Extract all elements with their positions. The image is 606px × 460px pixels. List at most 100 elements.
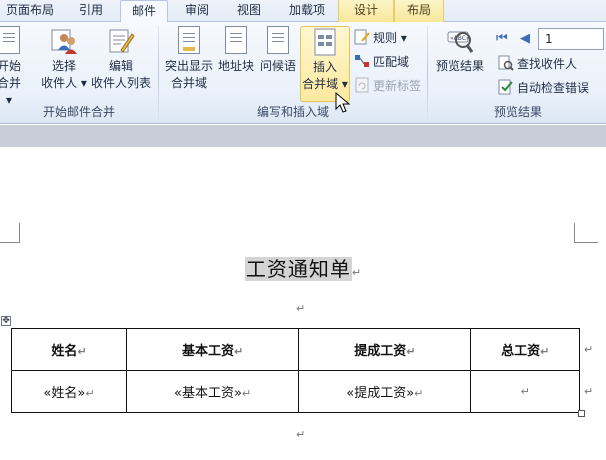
preview-results-label: 预览结果 xyxy=(435,59,484,73)
record-number-input[interactable]: 1 xyxy=(538,28,604,50)
tab-mailings[interactable]: 邮件 xyxy=(120,0,168,23)
table-row: «姓名»↵ «基本工资»↵ «提成工资»↵ ↵ xyxy=(11,370,580,413)
update-labels-button[interactable]: 更新标签 xyxy=(354,76,421,96)
find-recipient-icon xyxy=(498,55,514,71)
rules-icon xyxy=(354,29,370,45)
auto-check-errors-button[interactable]: 自动检查错误 xyxy=(498,78,589,98)
document-top-margin xyxy=(0,125,606,147)
paragraph-mark: ↵ xyxy=(296,302,306,315)
table-header-cell[interactable]: 提成工资↵ xyxy=(298,328,472,371)
table-cell[interactable]: «姓名»↵ xyxy=(11,370,127,413)
table-resize-handle[interactable] xyxy=(578,410,585,417)
edit-recipient-list-button[interactable]: 编辑 收件人列表 xyxy=(88,26,154,92)
table-cell[interactable]: «基本工资»↵ xyxy=(125,370,300,413)
insert-merge-field-label-1: 插入 xyxy=(312,60,337,74)
select-recipients-label-2: 收件人 ▾ xyxy=(41,76,87,90)
tab-addins[interactable]: 加载项 xyxy=(280,0,334,22)
address-block-label: 地址块 xyxy=(217,59,254,73)
select-recipients-button[interactable]: 选择 收件人 ▾ xyxy=(40,26,88,92)
tab-table-layout[interactable]: 布局 xyxy=(394,0,444,22)
paragraph-mark: ↵ xyxy=(233,345,244,358)
paragraph-mark: ↵ xyxy=(406,345,416,358)
document-title[interactable]: 工资通知单↵ xyxy=(0,253,606,282)
title-text: 工资通知单 xyxy=(244,257,352,281)
first-record-icon: ⏮ xyxy=(496,31,508,46)
preview-results-button[interactable]: «ABC» 预览结果 xyxy=(432,26,488,75)
ribbon-tab-bar: 页面布局 引用 邮件 审阅 视图 加载项 设计 布局 xyxy=(0,0,606,23)
paragraph-mark: ↵ xyxy=(520,385,530,398)
tab-table-design[interactable]: 设计 xyxy=(338,0,394,22)
merge-field-name: «姓名» xyxy=(43,386,86,401)
paragraph-mark: ↵ xyxy=(540,345,550,358)
insert-merge-field-label-2: 合并域 xyxy=(302,77,339,91)
header-base-salary: 基本工资 xyxy=(181,344,234,359)
tab-page-layout[interactable]: 页面布局 xyxy=(0,0,60,22)
paragraph-mark: ↵ xyxy=(296,428,306,441)
mouse-cursor-icon xyxy=(335,92,351,113)
match-fields-button[interactable]: 匹配域 xyxy=(354,52,409,72)
group-label-start-merge: 开始邮件合并 xyxy=(42,105,115,119)
select-recipients-label-1: 选择 xyxy=(51,59,76,73)
table-header-cell[interactable]: 总工资↵ xyxy=(470,328,580,371)
edit-recipients-label-2: 收件人列表 xyxy=(90,76,151,90)
group-label-preview: 预览结果 xyxy=(493,105,542,119)
tab-references[interactable]: 引用 xyxy=(66,0,116,22)
paragraph-mark: ↵ xyxy=(414,387,424,400)
document-icon xyxy=(0,26,23,56)
insert-merge-field-label-2-row: 合并域 ▾ xyxy=(301,76,349,93)
update-labels-label: 更新标签 xyxy=(373,79,422,93)
tab-view[interactable]: 视图 xyxy=(224,0,274,22)
previous-record-icon: ◀ xyxy=(520,31,530,46)
auto-check-errors-label: 自动检查错误 xyxy=(517,81,590,95)
find-recipient-button[interactable]: 查找收件人 xyxy=(498,54,577,74)
svg-text:«ABC»: «ABC» xyxy=(450,35,470,42)
table-header-cell[interactable]: 姓名↵ xyxy=(11,328,127,371)
group-separator xyxy=(427,26,428,120)
group-separator xyxy=(158,26,159,120)
table-move-handle-icon[interactable]: ✥ xyxy=(1,316,11,326)
row-end-mark: ↵ xyxy=(584,385,594,398)
match-fields-label: 匹配域 xyxy=(373,55,410,69)
first-record-button[interactable]: ⏮ xyxy=(496,28,508,48)
merge-field-commission: «提成工资» xyxy=(346,386,415,401)
crop-mark-right xyxy=(574,223,598,243)
highlight-label-2: 合并域 xyxy=(170,76,207,90)
check-errors-icon xyxy=(498,79,514,95)
paragraph-mark: ↵ xyxy=(241,387,252,400)
merge-field-icon xyxy=(311,27,339,57)
start-mail-merge-button[interactable]: 开始 合并 ▾ xyxy=(0,26,24,109)
insert-merge-field-button[interactable]: 插入 合并域 ▾ xyxy=(300,26,350,102)
address-block-icon xyxy=(222,26,250,56)
group-label-write-insert: 编写和插入域 xyxy=(256,105,329,119)
dropdown-arrow-icon[interactable]: ▾ xyxy=(342,77,348,91)
header-name: 姓名 xyxy=(51,344,78,359)
merge-field-base-salary: «基本工资» xyxy=(173,386,242,401)
table-cell[interactable]: «提成工资»↵ xyxy=(298,370,472,413)
rules-button[interactable]: 规则 ▾ xyxy=(354,28,407,48)
paragraph-mark: ↵ xyxy=(85,387,95,400)
preview-magnifier-icon: «ABC» xyxy=(446,26,474,56)
rules-label: 规则 ▾ xyxy=(373,31,407,45)
greeting-line-icon xyxy=(264,26,292,56)
table-cell[interactable]: ↵ xyxy=(470,370,580,413)
highlight-label-1: 突出显示 xyxy=(164,59,213,73)
header-total-salary: 总工资 xyxy=(501,344,541,359)
edit-list-icon xyxy=(107,26,135,56)
update-labels-icon xyxy=(354,77,370,93)
find-recipient-label: 查找收件人 xyxy=(517,57,578,71)
edit-recipients-label-1: 编辑 xyxy=(108,59,133,73)
row-end-mark: ↵ xyxy=(584,343,594,356)
greeting-line-button[interactable]: 问候语 xyxy=(258,26,298,75)
start-merge-label-1: 开始 xyxy=(0,59,21,73)
recipients-icon xyxy=(50,26,78,56)
previous-record-button[interactable]: ◀ xyxy=(520,28,530,48)
table-header-cell[interactable]: 基本工资↵ xyxy=(125,328,300,371)
greeting-line-label: 问候语 xyxy=(259,59,296,73)
highlight-fields-icon xyxy=(175,26,203,56)
crop-mark-left xyxy=(0,223,20,243)
paragraph-mark: ↵ xyxy=(351,266,362,279)
merge-table[interactable]: 姓名↵ 基本工资↵ 提成工资↵ 总工资↵ «姓名»↵ «基本工资»↵ «提成工资… xyxy=(11,328,580,413)
highlight-merge-fields-button[interactable]: 突出显示 合并域 xyxy=(162,26,216,92)
tab-review[interactable]: 审阅 xyxy=(172,0,222,22)
address-block-button[interactable]: 地址块 xyxy=(216,26,256,75)
